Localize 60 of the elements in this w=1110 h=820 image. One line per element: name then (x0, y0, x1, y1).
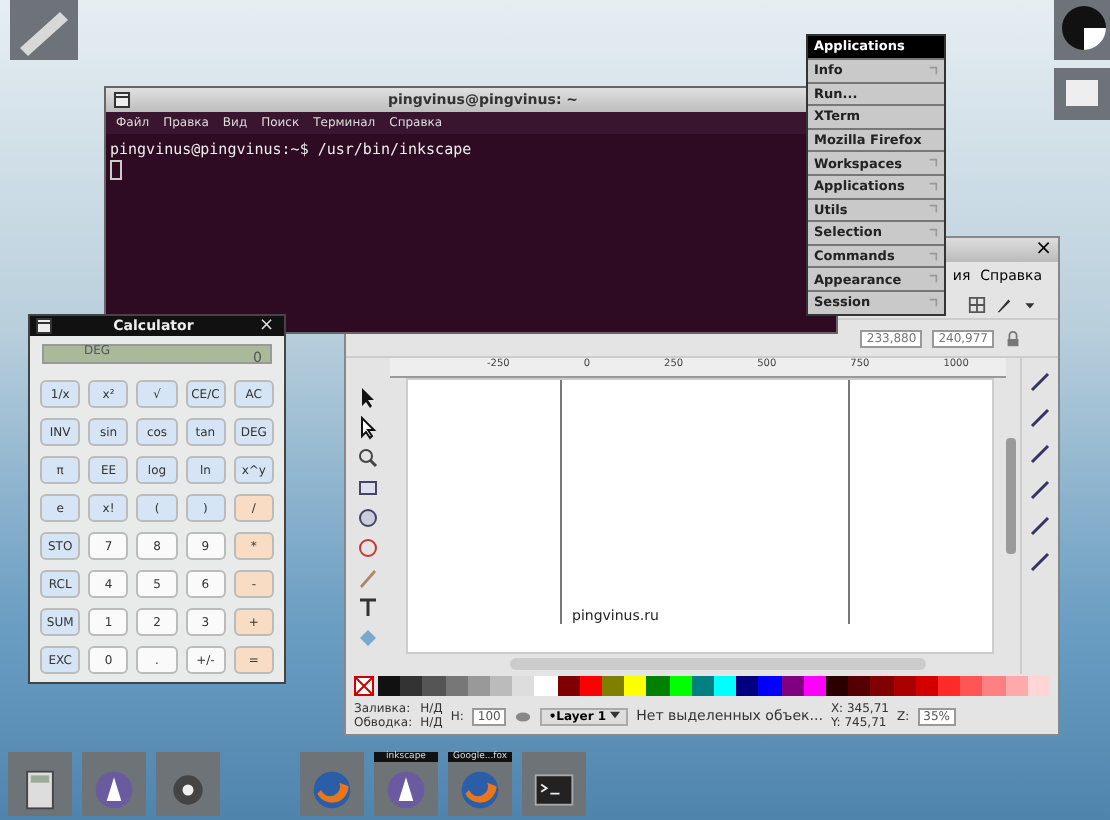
color-swatch[interactable] (602, 676, 625, 696)
globe-icon (310, 768, 354, 812)
scrollbar[interactable] (510, 658, 926, 670)
cursor (110, 160, 122, 180)
zoom-tool-icon[interactable] (356, 446, 380, 470)
star-tool-icon[interactable] (356, 536, 380, 560)
taskbar-button[interactable] (8, 752, 72, 816)
color-swatch[interactable] (915, 676, 939, 696)
color-swatch[interactable] (512, 676, 535, 696)
color-swatch[interactable] (714, 676, 737, 696)
window-menu-icon[interactable] (114, 92, 130, 108)
terminal-icon (532, 768, 576, 812)
color-swatch[interactable] (534, 676, 558, 696)
color-swatch[interactable] (870, 676, 894, 696)
rect-tool-icon[interactable] (356, 476, 380, 500)
color-swatch[interactable] (490, 676, 513, 696)
window-menu-icon[interactable] (36, 318, 52, 334)
pen-icon (384, 768, 428, 812)
color-swatch[interactable] (467, 676, 491, 696)
color-swatch[interactable] (736, 676, 759, 696)
color-swatch[interactable] (378, 676, 401, 696)
color-swatch[interactable] (960, 676, 983, 696)
lock-icon[interactable] (1004, 329, 1022, 347)
color-swatch[interactable] (624, 676, 647, 696)
color-swatch[interactable] (803, 676, 827, 696)
color-swatch[interactable] (781, 676, 804, 696)
color-swatch[interactable] (646, 676, 670, 696)
brush-icon[interactable] (994, 295, 1012, 313)
color-swatch[interactable] (982, 676, 1006, 696)
globe-icon (458, 768, 502, 812)
color-swatch[interactable] (579, 676, 603, 696)
taskbar-button[interactable] (156, 752, 220, 816)
text-tool-icon[interactable] (356, 596, 380, 620)
color-swatch[interactable] (557, 676, 580, 696)
arrow-tool-icon[interactable] (356, 386, 380, 410)
no-color-icon[interactable] (354, 676, 374, 696)
color-swatch[interactable] (938, 676, 961, 696)
color-swatch[interactable] (422, 676, 446, 696)
taskbar-button[interactable] (82, 752, 146, 816)
pen-icon (92, 768, 136, 812)
color-swatch[interactable] (758, 676, 782, 696)
window-icon[interactable] (1054, 68, 1110, 120)
scrollbar[interactable] (1006, 438, 1016, 554)
launcher-icon[interactable] (8, 0, 80, 60)
color-swatch[interactable] (1027, 676, 1051, 696)
taskbar-button[interactable] (522, 752, 586, 816)
color-swatch[interactable] (1005, 676, 1028, 696)
grid-icon[interactable] (968, 295, 986, 313)
close-button[interactable]: × (1029, 238, 1058, 262)
color-swatch[interactable] (669, 676, 692, 696)
color-swatch[interactable] (445, 676, 468, 696)
color-swatch[interactable] (848, 676, 871, 696)
pie-chart-icon[interactable] (1054, 0, 1110, 60)
caret-icon (610, 709, 621, 719)
color-swatch[interactable] (400, 676, 423, 696)
circle-tool-icon[interactable] (356, 506, 380, 530)
color-swatch[interactable] (893, 676, 916, 696)
node-tool-icon[interactable] (356, 416, 380, 440)
color-swatch[interactable] (826, 676, 849, 696)
color-swatch[interactable] (691, 676, 715, 696)
